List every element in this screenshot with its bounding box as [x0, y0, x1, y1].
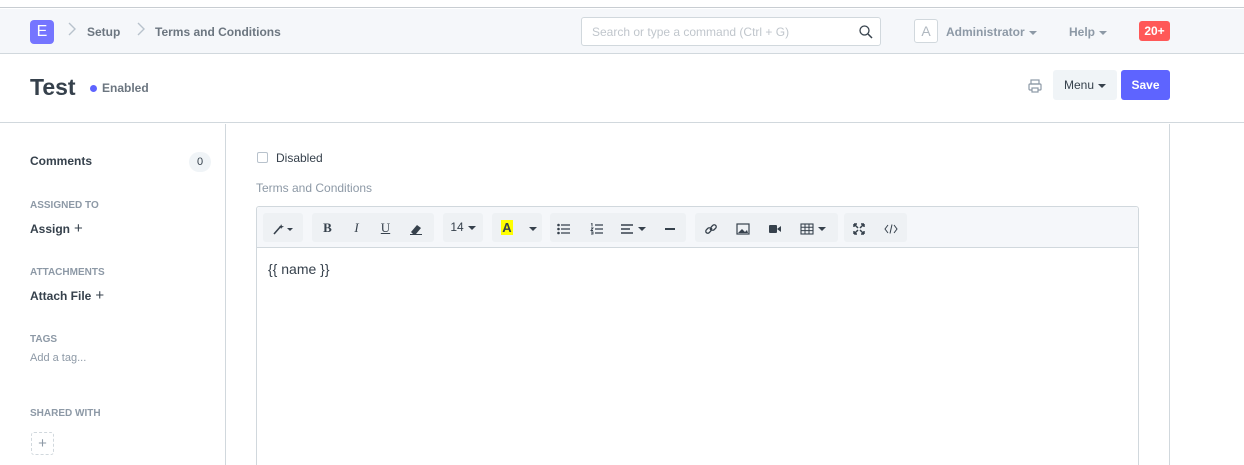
navbar: E Setup Terms and Conditions A Administr… — [0, 9, 1244, 54]
user-dropdown[interactable]: Administrator — [946, 25, 1037, 39]
eraser-icon[interactable] — [401, 213, 431, 242]
page-head: Test Enabled Menu Save — [0, 55, 1244, 123]
attach-label: Attach File — [30, 289, 92, 303]
attachments-heading: ATTACHMENTS — [30, 267, 105, 278]
assign-link[interactable]: Assign + — [30, 220, 83, 237]
video-icon[interactable] — [761, 213, 789, 242]
caret-down-icon — [1098, 83, 1107, 88]
highlight-a-glyph: A — [501, 220, 513, 235]
toolbar-group-paragraph — [550, 213, 686, 242]
caret-down-icon — [818, 226, 826, 231]
terms-field-label: Terms and Conditions — [256, 181, 373, 195]
toolbar-group-fontsize: 14 — [443, 213, 483, 242]
toolbar-group-format: B I U — [312, 213, 434, 242]
main-area-border — [1169, 124, 1170, 465]
align-dropdown[interactable] — [616, 213, 650, 242]
font-size-dropdown[interactable]: 14 — [443, 213, 483, 242]
breadcrumb-terms[interactable]: Terms and Conditions — [155, 25, 281, 39]
assigned-to-heading: ASSIGNED TO — [30, 200, 99, 211]
caret-down-icon — [1028, 30, 1037, 35]
link-icon[interactable] — [697, 213, 725, 242]
window-top-border — [0, 0, 1244, 8]
status-label: Enabled — [102, 81, 149, 95]
toolbar-group-color: A — [492, 213, 542, 242]
search-icon[interactable] — [858, 24, 874, 40]
magic-wand-icon[interactable] — [263, 213, 303, 242]
user-label: Administrator — [946, 25, 1025, 39]
notification-badge[interactable]: 20+ — [1139, 21, 1170, 41]
print-icon[interactable] — [1027, 78, 1043, 94]
chevron-right-icon — [68, 22, 77, 39]
unordered-list-icon[interactable] — [550, 213, 578, 242]
ordered-list-icon[interactable] — [583, 213, 611, 242]
toolbar-group-style — [263, 213, 303, 242]
plus-icon: + — [95, 287, 105, 304]
image-icon[interactable] — [729, 213, 757, 242]
code-view-icon[interactable] — [876, 213, 906, 242]
page-title: Test — [30, 74, 76, 100]
underline-button[interactable]: U — [372, 213, 399, 242]
disabled-checkbox[interactable] — [257, 152, 268, 163]
menu-button[interactable]: Menu — [1053, 70, 1117, 100]
search-input[interactable] — [582, 18, 842, 45]
attach-file-link[interactable]: Attach File + — [30, 287, 104, 304]
chevron-right-icon — [137, 22, 146, 39]
add-share-button[interactable]: + — [31, 432, 54, 455]
horizontal-rule-icon[interactable] — [656, 213, 684, 242]
menu-label: Menu — [1063, 78, 1095, 92]
add-tag-link[interactable]: Add a tag... — [30, 352, 86, 364]
caret-down-icon — [467, 225, 476, 230]
plus-icon: + — [74, 220, 83, 237]
bold-button[interactable]: B — [314, 213, 341, 242]
comments-count-badge: 0 — [189, 152, 211, 172]
disabled-checkbox-label[interactable]: Disabled — [276, 151, 323, 165]
highlight-color-button[interactable]: A — [495, 213, 519, 242]
save-button[interactable]: Save — [1121, 70, 1170, 100]
color-dropdown-caret[interactable] — [520, 213, 542, 242]
toolbar-group-view — [844, 213, 907, 242]
shared-with-heading: SHARED WITH — [30, 408, 101, 419]
editor-content[interactable]: {{ name }} — [268, 261, 330, 277]
font-size-value: 14 — [450, 220, 464, 234]
form-sidebar: Comments 0 ASSIGNED TO Assign + ATTACHMEN… — [0, 124, 226, 465]
editor-toolbar: B I U 14 A — [257, 207, 1138, 248]
search-box — [581, 17, 881, 46]
app-logo[interactable]: E — [30, 20, 54, 44]
help-dropdown[interactable]: Help — [1069, 25, 1108, 39]
assign-label: Assign — [30, 222, 71, 236]
comments-link[interactable]: Comments — [30, 154, 92, 168]
toolbar-group-insert — [695, 213, 838, 242]
help-label: Help — [1069, 25, 1096, 39]
status-indicator-dot — [90, 85, 97, 92]
table-dropdown[interactable] — [793, 213, 833, 242]
caret-down-icon — [1099, 30, 1108, 35]
breadcrumb-setup[interactable]: Setup — [87, 25, 120, 39]
avatar[interactable]: A — [914, 19, 938, 43]
caret-down-icon — [529, 226, 537, 231]
tags-heading: TAGS — [30, 334, 58, 345]
caret-down-icon — [638, 226, 646, 231]
italic-button[interactable]: I — [343, 213, 370, 242]
plus-icon: + — [38, 435, 47, 452]
fullscreen-icon[interactable] — [844, 213, 874, 242]
rich-text-editor: B I U 14 A {{name}} — [256, 206, 1139, 465]
